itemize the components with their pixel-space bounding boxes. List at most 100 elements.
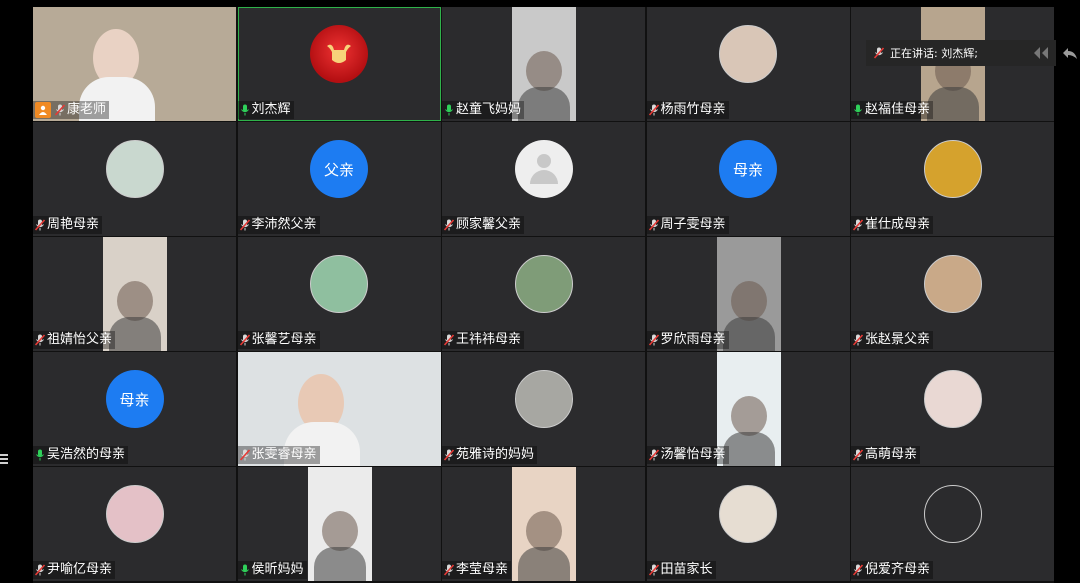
participant-name-bar: 周子雯母亲 bbox=[646, 216, 729, 234]
participant-tile[interactable]: 父亲李沛然父亲 bbox=[237, 122, 441, 236]
mic-icon bbox=[240, 104, 249, 116]
participant-name: 侯昕妈妈 bbox=[251, 562, 304, 577]
participant-tile[interactable]: 康老师 bbox=[33, 7, 236, 121]
participant-name-bar: 刘杰辉 bbox=[237, 101, 294, 119]
participant-name: 苑雅诗的妈妈 bbox=[456, 447, 535, 462]
participant-name-bar: 张雯睿母亲 bbox=[237, 446, 320, 464]
ox-logo-icon bbox=[310, 25, 368, 83]
participant-tile[interactable]: 高萌母亲 bbox=[851, 352, 1054, 466]
mic-muted-icon bbox=[35, 564, 45, 576]
avatar: 父亲 bbox=[310, 140, 368, 198]
participant-name-bar: 高萌母亲 bbox=[851, 446, 921, 464]
participant-tile[interactable]: 张赵景父亲 bbox=[851, 237, 1054, 351]
mic-muted-icon bbox=[853, 449, 863, 461]
participant-name: 赵童飞妈妈 bbox=[456, 102, 522, 117]
participant-tile[interactable]: 刘杰辉 bbox=[237, 7, 441, 121]
participant-name: 王祎祎母亲 bbox=[456, 332, 522, 347]
participant-name: 刘杰辉 bbox=[251, 102, 291, 117]
video-feed bbox=[307, 467, 372, 581]
default-avatar-icon bbox=[514, 140, 573, 198]
participant-name: 张雯睿母亲 bbox=[251, 447, 317, 462]
participant-name: 汤馨怡母亲 bbox=[660, 447, 726, 462]
participant-name: 周艳母亲 bbox=[47, 217, 100, 232]
mic-icon bbox=[854, 104, 862, 116]
mic-icon bbox=[36, 449, 44, 461]
participant-name: 尹喻亿母亲 bbox=[47, 562, 113, 577]
mic-muted-icon bbox=[444, 564, 454, 576]
avatar bbox=[514, 370, 573, 428]
mic-muted-icon bbox=[444, 449, 454, 461]
mic-muted-icon bbox=[853, 219, 863, 231]
participant-name-bar: 崔仕成母亲 bbox=[851, 216, 934, 234]
avatar: 母亲 bbox=[719, 140, 777, 198]
avatar bbox=[105, 140, 164, 198]
participant-name-bar: 王祎祎母亲 bbox=[442, 331, 525, 349]
participant-name-bar: 祖婧怡父亲 bbox=[33, 331, 116, 349]
avatar: 母亲 bbox=[105, 370, 164, 428]
participant-name: 罗欣雨母亲 bbox=[660, 332, 726, 347]
participant-tile[interactable]: 张馨艺母亲 bbox=[237, 237, 441, 351]
participant-name: 杨雨竹母亲 bbox=[660, 102, 726, 117]
participant-name: 康老师 bbox=[67, 102, 107, 117]
participant-tile[interactable]: 倪爱齐母亲 bbox=[851, 467, 1054, 581]
participant-tile[interactable]: 祖婧怡父亲 bbox=[33, 237, 236, 351]
participant-name: 周子雯母亲 bbox=[660, 217, 726, 232]
top-tools[interactable] bbox=[1032, 38, 1080, 68]
participant-name: 吴浩然的母亲 bbox=[47, 447, 126, 462]
participant-tile[interactable]: 杨雨竹母亲 bbox=[646, 7, 850, 121]
participant-name: 顾家馨父亲 bbox=[456, 217, 522, 232]
side-menu-icon[interactable] bbox=[0, 452, 8, 466]
mic-muted-icon bbox=[35, 219, 45, 231]
participant-tile[interactable]: 罗欣雨母亲 bbox=[646, 237, 850, 351]
mic-muted-icon bbox=[444, 334, 454, 346]
participant-tile[interactable]: 顾家馨父亲 bbox=[442, 122, 645, 236]
participant-tile[interactable]: 赵童飞妈妈 bbox=[442, 7, 645, 121]
participant-tile[interactable]: 周艳母亲 bbox=[33, 122, 236, 236]
participant-tile[interactable]: 崔仕成母亲 bbox=[851, 122, 1054, 236]
participant-tile[interactable]: 汤馨怡母亲 bbox=[646, 352, 850, 466]
participant-tile[interactable]: 田苗家长 bbox=[646, 467, 850, 581]
participant-tile[interactable]: 尹喻亿母亲 bbox=[33, 467, 236, 581]
avatar-text: 母亲 bbox=[119, 390, 150, 409]
avatar bbox=[719, 25, 777, 83]
participant-tile[interactable]: 李莹母亲 bbox=[442, 467, 645, 581]
participant-name-bar: 尹喻亿母亲 bbox=[33, 561, 116, 579]
mic-muted-icon bbox=[239, 449, 250, 461]
participant-tile[interactable]: 王祎祎母亲 bbox=[442, 237, 645, 351]
participant-tile[interactable]: 苑雅诗的妈妈 bbox=[442, 352, 645, 466]
participant-name-bar: 李沛然父亲 bbox=[237, 216, 320, 234]
layout-toggle-icon[interactable] bbox=[1034, 45, 1056, 61]
participant-tile[interactable]: 侯昕妈妈 bbox=[237, 467, 441, 581]
mic-icon bbox=[445, 104, 453, 116]
mic-muted-icon bbox=[35, 334, 45, 346]
mic-muted-icon bbox=[853, 334, 863, 346]
participant-tile[interactable]: 张雯睿母亲 bbox=[237, 352, 441, 466]
avatar bbox=[923, 485, 982, 543]
participant-name-bar: 汤馨怡母亲 bbox=[646, 446, 729, 464]
participant-name-bar: 侯昕妈妈 bbox=[237, 561, 307, 579]
participant-name: 赵福佳母亲 bbox=[865, 102, 931, 117]
share-arrow-icon[interactable] bbox=[1062, 45, 1078, 61]
participant-name-bar: 赵福佳母亲 bbox=[851, 101, 934, 119]
mic-muted-icon bbox=[444, 219, 454, 231]
participant-name-bar: 张赵景父亲 bbox=[851, 331, 934, 349]
mic-muted-icon bbox=[239, 334, 250, 346]
participant-name-bar: 吴浩然的母亲 bbox=[33, 446, 129, 464]
mic-muted-icon bbox=[55, 104, 65, 116]
participant-tile[interactable]: 母亲周子雯母亲 bbox=[646, 122, 850, 236]
avatar bbox=[719, 485, 777, 543]
speaking-label: 正在讲话: 刘杰辉; bbox=[890, 47, 978, 60]
mic-muted-icon bbox=[853, 564, 863, 576]
avatar bbox=[923, 140, 982, 198]
participant-name-bar: 倪爱齐母亲 bbox=[851, 561, 934, 579]
host-icon bbox=[35, 102, 51, 118]
participant-name: 高萌母亲 bbox=[865, 447, 918, 462]
participant-name: 田苗家长 bbox=[660, 562, 713, 577]
avatar bbox=[923, 255, 982, 313]
mic-muted-icon bbox=[648, 104, 659, 116]
avatar-text: 母亲 bbox=[732, 160, 763, 179]
participant-name-bar: 赵童飞妈妈 bbox=[442, 101, 525, 119]
mic-muted-icon bbox=[648, 449, 659, 461]
participant-name: 祖婧怡父亲 bbox=[47, 332, 113, 347]
participant-tile[interactable]: 母亲吴浩然的母亲 bbox=[33, 352, 236, 466]
